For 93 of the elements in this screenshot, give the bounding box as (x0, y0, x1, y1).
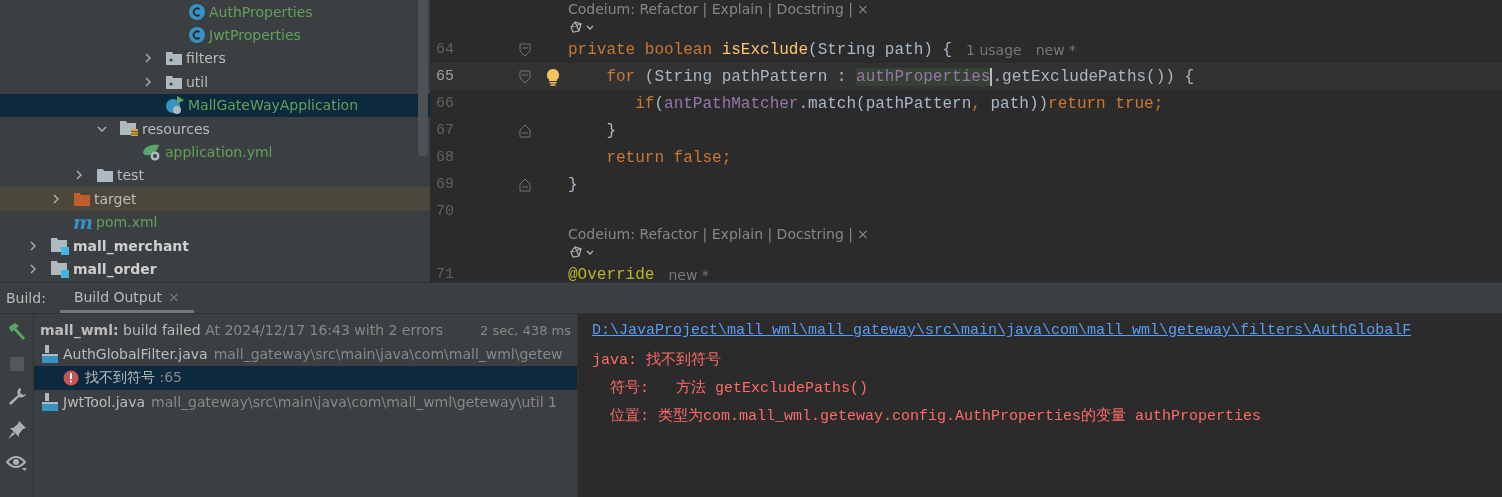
line-number: 71 (435, 266, 455, 282)
error-icon (63, 370, 79, 386)
file-path: mall_gateway\src\main\java\com\mall_wml\getew (213, 346, 563, 362)
codeium-lens[interactable]: Codeium: Refactor | Explain | Docstring | (568, 1, 854, 17)
line-number: 65 (435, 68, 455, 85)
tree-item[interactable]: util (0, 70, 430, 94)
code-line: if(antPathMatcher.match(pathPattern, path))return true; (634, 94, 1164, 113)
tree-item[interactable]: m pom.xml (0, 210, 430, 234)
tree-item-label: JwtProperties (209, 27, 301, 44)
hammer-icon[interactable] (6, 322, 27, 342)
tree-item[interactable]: MallGateWayApplication (0, 93, 430, 117)
package-folder-icon (165, 50, 183, 67)
line-number: 64 (435, 41, 455, 58)
file-name: AuthGlobalFilter.java (63, 346, 208, 362)
chevron-right-icon[interactable] (51, 192, 61, 205)
tree-item-label: test (117, 167, 144, 184)
resources-folder-icon (119, 120, 139, 138)
code-line: @Override (568, 265, 655, 282)
fold-icon[interactable] (519, 123, 531, 138)
code-line: } (605, 121, 616, 140)
inlay-hint[interactable]: new * (1035, 41, 1077, 58)
file-path: mall_gateway\src\main\java\com\mall_wml\geteway\util 1 (151, 394, 557, 410)
error-text: 位置: 类型为com.mall_wml.geteway.config.AuthProperties的变量 authProperties (609, 408, 1262, 425)
code-line: for (String pathPattern : authProperties.getExcludePaths()) { (605, 67, 1195, 86)
error-row[interactable]: 找不到符号 :65 (34, 366, 577, 390)
line-number: 69 (435, 176, 455, 193)
build-status: mall_wml: build failed At 2024/12/17 16:43 with 2 errors (40, 322, 445, 338)
package-folder-icon (165, 73, 183, 90)
module-folder-icon (50, 260, 70, 278)
folder-icon (73, 190, 91, 207)
tree-item-label: mall_merchant (73, 237, 189, 254)
code-line: } (568, 175, 578, 194)
file-link[interactable]: D:\JavaProject\mall_wml\mall_gateway\src\main\java\com\mall_wml\geteway\filters\AuthGlobalF (592, 322, 1412, 339)
error-message: 找不到符号 :65 (85, 369, 182, 387)
maven-icon: m (73, 212, 94, 232)
tree-item[interactable]: mall_order (0, 257, 430, 281)
class-icon (188, 26, 206, 45)
chevron-right-icon[interactable] (28, 263, 38, 275)
code-line: private boolean isExclude(String path) { (568, 40, 953, 59)
class-icon (188, 2, 206, 21)
line-number: 67 (435, 122, 455, 139)
tree-item-label: AuthProperties (209, 3, 313, 20)
close-button[interactable]: × (857, 1, 869, 17)
tree-item[interactable]: AuthProperties (0, 0, 430, 24)
tree-item[interactable]: target (0, 187, 430, 211)
tree-item-label: MallGateWayApplication (188, 97, 358, 114)
line-number: 66 (435, 95, 455, 112)
line-number: 70 (435, 203, 455, 220)
fold-icon[interactable] (519, 42, 531, 57)
tree-item-label: util (186, 73, 209, 90)
eye-icon[interactable] (5, 454, 28, 472)
fold-icon[interactable] (519, 177, 531, 192)
java-file-icon (40, 344, 60, 364)
chevron-right-icon[interactable] (143, 52, 153, 65)
folder-icon (96, 167, 114, 184)
scrollbar[interactable] (418, 0, 428, 156)
tree-item[interactable]: filters (0, 46, 430, 71)
error-text: java: 找不到符号 (592, 352, 721, 369)
tree-item[interactable]: mall_merchant (0, 233, 430, 258)
code-line: return false; (605, 148, 732, 167)
build-duration: 2 sec, 438 ms (480, 322, 572, 338)
error-text: 符号: 方法 getExcludePaths() (609, 380, 869, 397)
tree-item[interactable]: JwtProperties (0, 23, 430, 47)
inlay-hint[interactable]: new * (668, 266, 709, 282)
tree-item[interactable]: resources (0, 116, 430, 141)
chevron-right-icon[interactable] (28, 239, 38, 252)
panel-title: Build: (5, 290, 47, 306)
java-file-icon (40, 392, 60, 412)
chevron-right-icon[interactable] (143, 75, 153, 88)
tree-item-label: mall_order (73, 261, 157, 277)
file-row[interactable]: JwtTool.java mall_gateway\src\main\java\com\mall_wml\geteway\util 1 (34, 390, 577, 414)
build-output-tab[interactable]: Build Output × (59, 283, 194, 313)
inlay-hint[interactable]: 1 usage (966, 41, 1022, 58)
pin-icon[interactable] (6, 420, 27, 440)
tree-item-label: application.yml (165, 144, 273, 161)
close-button[interactable]: × (857, 226, 869, 242)
lightbulb-icon[interactable] (546, 67, 560, 86)
tree-item[interactable]: test (0, 163, 430, 188)
file-name: JwtTool.java (63, 394, 146, 410)
codeium-lens[interactable]: Codeium: Refactor | Explain | Docstring | (568, 226, 854, 242)
application-icon (165, 95, 185, 116)
chevron-right-icon[interactable] (74, 169, 84, 182)
tree-item-label: target (94, 190, 137, 207)
tree-item-label: filters (186, 50, 226, 67)
file-row[interactable]: AuthGlobalFilter.java mall_gateway\src\main\java\com\mall_wml\getew (34, 342, 577, 366)
build-summary-row[interactable]: mall_wml: build failed At 2024/12/17 16:43 with 2 errors 2 sec, 438 ms (34, 318, 577, 342)
tree-item-label: resources (142, 120, 210, 137)
tree-item[interactable]: application.yml (0, 140, 430, 164)
tree-item-label: pom.xml (96, 214, 158, 231)
module-folder-icon (50, 236, 70, 255)
leaf-config-icon (142, 143, 162, 162)
line-number: 68 (435, 149, 455, 166)
fold-icon[interactable] (519, 69, 531, 84)
